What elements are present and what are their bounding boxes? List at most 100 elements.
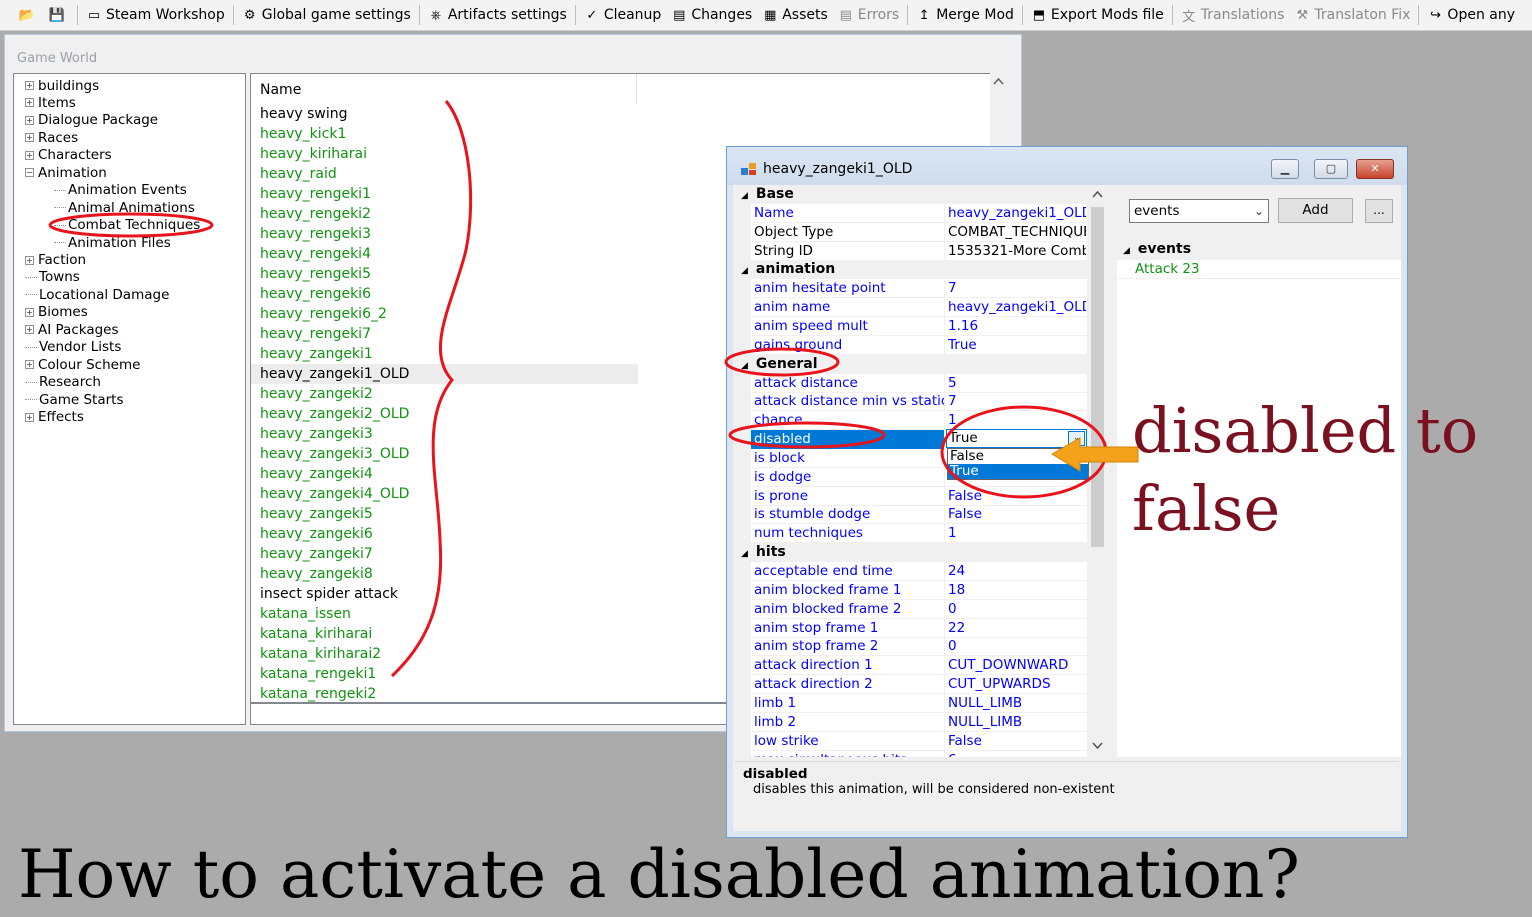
property-value[interactable]: COMBAT_TECHNIQUE [946, 223, 1086, 242]
dropdown-option[interactable]: True [948, 464, 1088, 479]
list-item[interactable]: heavy_zangeki3 [260, 424, 373, 444]
category-hits[interactable]: ◢ hits [735, 543, 1087, 563]
property-key[interactable]: anim blocked frame 2 [735, 599, 945, 619]
property-key[interactable]: attack distance [735, 373, 945, 393]
property-row[interactable]: low strike False [735, 731, 1087, 751]
tree-item[interactable]: + Characters [25, 147, 112, 164]
property-value[interactable]: 7 [946, 392, 1086, 411]
tree-item[interactable]: + Races [25, 129, 78, 146]
expand-icon[interactable]: + [25, 98, 34, 108]
category-general[interactable]: ◢ General [735, 354, 1087, 374]
global-game-settings-button[interactable]: ⚙ Global game settings [237, 3, 416, 27]
property-row[interactable]: limb 1 NULL_LIMB [735, 693, 1087, 713]
open-any-button[interactable]: ↪ Open any [1422, 3, 1520, 27]
property-row[interactable]: chance 1 [735, 411, 1087, 431]
expand-icon[interactable]: + [25, 307, 34, 317]
property-value[interactable]: 24 [946, 562, 1086, 581]
list-item[interactable]: heavy_rengeki4 [260, 244, 371, 264]
list-item[interactable]: katana_kiriharai2 [260, 644, 381, 664]
property-value[interactable]: NULL_LIMB [946, 713, 1086, 732]
tree-item[interactable]: Locational Damage [25, 286, 169, 303]
list-item[interactable]: heavy_rengeki7 [260, 324, 371, 344]
list-item[interactable]: heavy_kiriharai [260, 144, 367, 164]
property-key[interactable]: acceptable end time [735, 562, 945, 581]
property-key[interactable]: anim stop frame 2 [735, 637, 945, 657]
property-row[interactable]: anim stop frame 20 [735, 637, 1087, 657]
property-row[interactable]: anim stop frame 1 22 [735, 618, 1087, 638]
list-item[interactable]: katana_rengeki1 [260, 664, 376, 684]
collapse-triangle-icon[interactable]: ◢ [1123, 246, 1130, 256]
export-mods-file-button[interactable]: ⬒ Export Mods file [1026, 3, 1169, 27]
property-key[interactable]: attack direction 1 [735, 656, 945, 676]
property-row[interactable]: anim blocked frame 1 18 [735, 580, 1087, 600]
dropdown-options-list[interactable]: False True [947, 448, 1089, 480]
expand-icon[interactable]: + [25, 360, 34, 370]
property-row[interactable]: String ID1535321-More Combat [735, 241, 1087, 261]
property-value[interactable]: 22 [946, 619, 1086, 638]
property-key[interactable]: max simultaneous hits [735, 750, 945, 757]
expand-icon[interactable]: + [25, 115, 34, 125]
tree-item[interactable]: − Animation [25, 164, 107, 181]
tree-item[interactable]: + Biomes [25, 304, 88, 321]
category-tree[interactable]: + buildings + Items + Dialogue Package + Races +… [13, 73, 246, 725]
disabled-value-dropdown[interactable]: True ⌄ [946, 429, 1087, 448]
list-item[interactable]: heavy_rengeki1 [260, 184, 371, 204]
cleanup-button[interactable]: ✓ Cleanup [579, 3, 667, 27]
tree-item[interactable]: Towns [25, 269, 80, 286]
collapse-icon[interactable]: − [25, 168, 34, 178]
list-item[interactable]: heavy_raid [260, 164, 337, 184]
property-key[interactable]: attack distance min vs static [735, 392, 945, 412]
property-key[interactable]: Name [735, 203, 945, 223]
scrollbar-thumb[interactable] [1091, 207, 1104, 547]
scroll-up-arrow-icon[interactable] [1089, 187, 1106, 201]
scroll-down-arrow-icon[interactable] [1089, 739, 1106, 753]
changes-button[interactable]: ▤ Changes [666, 3, 757, 27]
list-item[interactable]: heavy_rengeki3 [260, 224, 371, 244]
property-row[interactable]: anim blocked frame 20 [735, 599, 1087, 619]
property-value[interactable]: 7 [946, 279, 1086, 298]
property-key[interactable]: is stumble dodge [735, 505, 945, 525]
merge-mod-button[interactable]: ↥ Merge Mod [911, 3, 1019, 27]
tree-item[interactable]: + Faction [25, 252, 86, 269]
save-button[interactable]: 💾 [44, 3, 74, 27]
property-row[interactable]: Object Type COMBAT_TECHNIQUE [735, 222, 1087, 242]
property-value[interactable]: 6 [946, 751, 1086, 758]
close-button[interactable]: ✕ [1356, 159, 1394, 179]
list-item[interactable]: katana_issen [260, 604, 351, 624]
tree-item[interactable]: Animation Events [54, 182, 187, 199]
category-base[interactable]: ◢ Base [735, 185, 1087, 204]
list-item[interactable]: heavy_zangeki1 [260, 344, 373, 364]
property-row[interactable]: is stumble dodge False [735, 505, 1087, 525]
property-row[interactable]: anim speed mult 1.16 [735, 316, 1087, 336]
open-folder-button[interactable]: 📂 [14, 3, 44, 27]
property-key[interactable]: anim blocked frame 1 [735, 580, 945, 600]
property-value[interactable]: CUT_DOWNWARD [946, 656, 1086, 675]
artifacts-settings-button[interactable]: ⎈ Artifacts settings [423, 3, 572, 27]
property-key[interactable]: anim name [735, 298, 945, 318]
property-key[interactable]: anim stop frame 1 [735, 618, 945, 638]
property-key[interactable]: Object Type [735, 222, 945, 242]
events-type-select[interactable]: events ⌄ [1129, 199, 1269, 223]
property-key[interactable]: is prone [735, 486, 945, 506]
property-row[interactable]: anim name heavy_zangeki1_OLD [735, 298, 1087, 318]
list-item[interactable]: heavy_zangeki8 [260, 564, 373, 584]
property-row[interactable]: max simultaneous hits6 [735, 750, 1087, 758]
property-value[interactable]: True [946, 336, 1086, 355]
tree-item[interactable]: + Dialogue Package [25, 112, 158, 129]
list-item[interactable]: heavy_zangeki1_OLD [251, 364, 638, 384]
property-grid-scrollbar[interactable] [1089, 185, 1106, 757]
category-animation[interactable]: ◢ animation [735, 260, 1087, 280]
expand-icon[interactable]: + [25, 255, 34, 265]
more-options-button[interactable]: ... [1365, 199, 1393, 223]
tree-item[interactable]: Vendor Lists [25, 339, 121, 356]
list-item[interactable]: insect spider attack [260, 584, 398, 604]
property-row[interactable]: Name heavy_zangeki1_OLD [735, 203, 1087, 223]
expand-icon[interactable]: + [25, 325, 34, 335]
errors-button[interactable]: ▤ Errors [833, 3, 904, 27]
property-row[interactable]: attack direction 1 CUT_DOWNWARD [735, 656, 1087, 676]
property-key[interactable]: disabled [735, 430, 945, 450]
column-header-name[interactable]: Name [251, 74, 637, 104]
list-item[interactable]: heavy_rengeki2 [260, 204, 371, 224]
list-item[interactable]: katana_rengeki2 [260, 684, 376, 702]
property-value[interactable]: CUT_UPWARDS [946, 675, 1086, 694]
